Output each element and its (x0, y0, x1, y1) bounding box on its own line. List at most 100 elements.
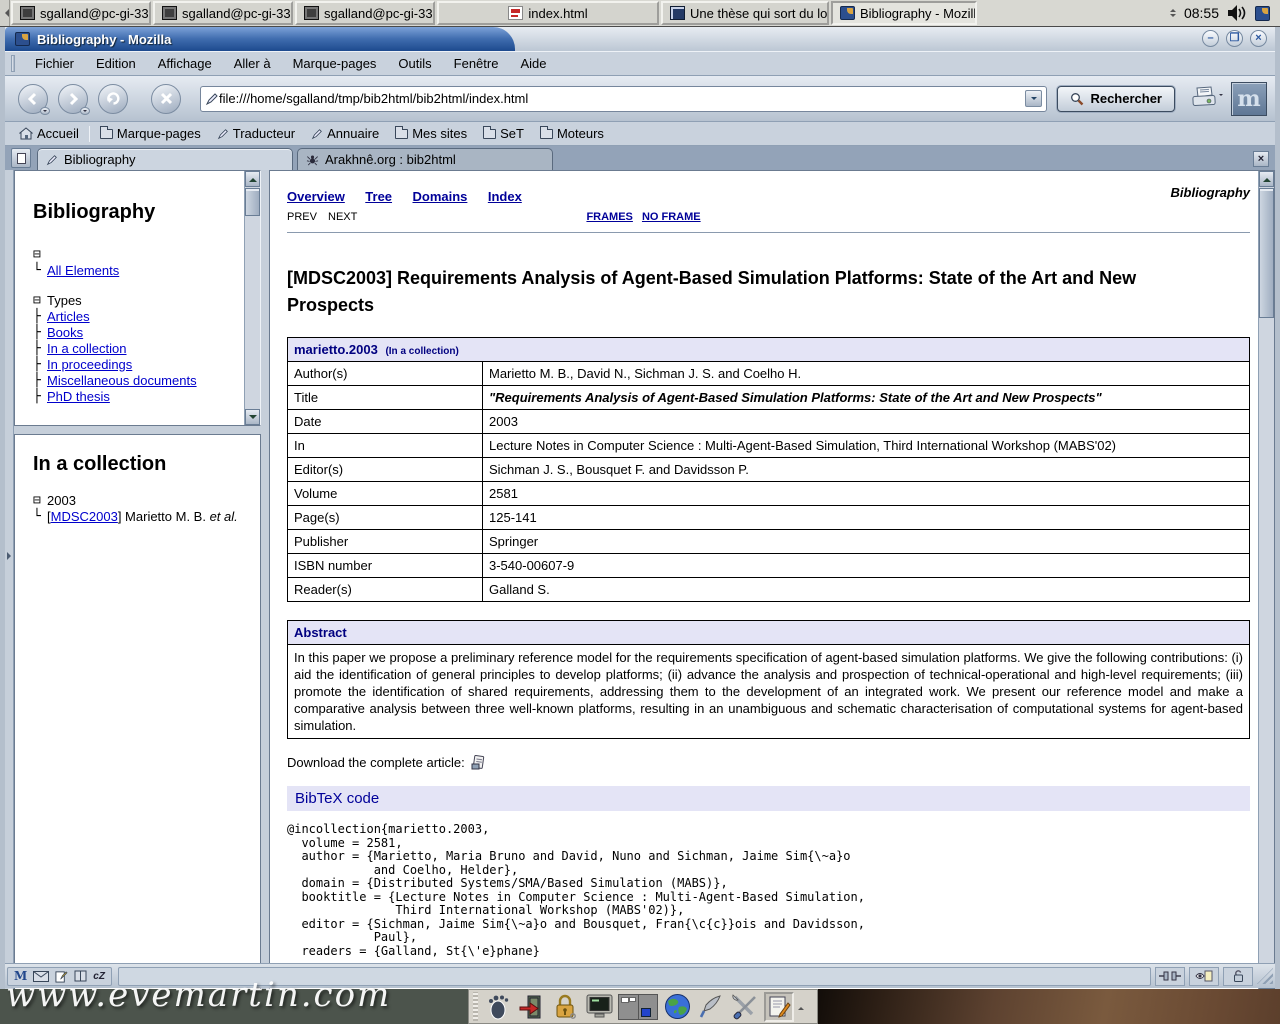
reload-button[interactable] (98, 84, 128, 114)
menu-marque-pages[interactable]: Marque-pages (283, 53, 387, 74)
padlock-keys-icon (553, 994, 577, 1020)
bookmark-accueil[interactable]: Accueil (13, 124, 85, 143)
bookmark-folder-set[interactable]: SeT (477, 124, 530, 143)
taskbar-window-terminal-2[interactable]: sgalland@pc-gi-33.utbn (153, 1, 293, 25)
workspace-1[interactable] (619, 995, 639, 1019)
notes-app-button[interactable] (764, 992, 794, 1022)
stop-button[interactable] (151, 84, 181, 114)
taskbar-window-terminal-1[interactable]: sgalland@pc-gi-33.utbn (11, 1, 151, 25)
scroll-up-button[interactable] (1259, 171, 1274, 187)
taskbar-scroll-left-button[interactable] (0, 0, 10, 26)
menu-aide[interactable]: Aide (510, 53, 556, 74)
frame-splitter-vertical[interactable] (261, 170, 269, 990)
nav-frames-link[interactable]: FRAMES (586, 211, 632, 223)
menu-outils[interactable]: Outils (388, 53, 441, 74)
sidebar-splitter[interactable] (5, 170, 14, 990)
taskbar-window-terminal-3[interactable]: sgalland@pc-gi-33.utbn (295, 1, 435, 25)
link-mdsc2003[interactable]: MDSC2003 (51, 509, 118, 524)
tab-close-button[interactable]: × (1253, 151, 1269, 167)
link-miscellaneous[interactable]: Miscellaneous documents (47, 373, 197, 388)
mozilla-icon (840, 6, 855, 20)
globe-icon (664, 993, 691, 1020)
nav-noframe-link[interactable]: NO FRAME (642, 211, 701, 223)
back-button[interactable] (18, 84, 48, 114)
bookmark-traducteur[interactable]: Traducteur (211, 124, 301, 143)
bookmark-label: Marque-pages (117, 126, 201, 141)
workspace-2[interactable] (639, 995, 658, 1019)
link-books[interactable]: Books (47, 325, 83, 340)
menu-affichage[interactable]: Affichage (148, 53, 222, 74)
collapse-icon[interactable]: ⊟ (33, 293, 47, 308)
menu-fichier[interactable]: Fichier (25, 53, 84, 74)
taskbar-window-mozilla[interactable]: Bibliography - Mozilla (831, 1, 977, 25)
toolbar-grippy[interactable] (11, 55, 15, 72)
table-row: ISBN number3-540-00607-9 (288, 554, 1250, 578)
url-history-dropdown[interactable] (1025, 90, 1042, 107)
mozilla-logo[interactable]: m (1231, 82, 1267, 116)
search-button[interactable]: Rechercher (1057, 86, 1175, 112)
resize-grip[interactable] (1257, 968, 1273, 984)
url-input[interactable] (219, 91, 1025, 106)
collapse-icon[interactable]: ⊟ (33, 247, 47, 262)
link-in-proceedings[interactable]: In proceedings (47, 357, 132, 372)
bookmark-folder-moteurs[interactable]: Moteurs (534, 124, 610, 143)
bookmark-annuaire[interactable]: Annuaire (305, 124, 385, 143)
taskbar-window-these[interactable]: Une thèse qui sort du lo (661, 1, 829, 25)
nav-index-link[interactable]: Index (488, 189, 522, 204)
minimize-button[interactable]: – (1202, 30, 1219, 47)
bookmark-folder-marque-pages[interactable]: Marque-pages (94, 124, 207, 143)
logout-button[interactable] (516, 992, 546, 1022)
nav-prev: PREV (287, 211, 317, 223)
scroll-up-button[interactable] (245, 171, 260, 187)
tab-arakhne[interactable]: Arakhnê.org : bib2html (297, 148, 553, 170)
lock-screen-button[interactable] (550, 992, 580, 1022)
tab-list-button[interactable] (11, 148, 31, 168)
terminal-launcher[interactable] (584, 992, 614, 1022)
print-button[interactable] (1189, 86, 1219, 112)
nav-tree-link[interactable]: Tree (365, 189, 392, 204)
link-in-a-collection[interactable]: In a collection (47, 341, 127, 356)
sidebar-scrollbar[interactable] (244, 171, 260, 425)
close-button[interactable]: × (1250, 30, 1267, 47)
link-all-elements[interactable]: All Elements (47, 263, 119, 278)
collapse-icon[interactable]: ⊟ (33, 493, 47, 508)
menu-edition[interactable]: Edition (86, 53, 146, 74)
privacy-icon[interactable] (1189, 967, 1219, 986)
menu-fenetre[interactable]: Fenêtre (444, 53, 509, 74)
tab-bibliography[interactable]: Bibliography (37, 148, 293, 170)
web-browser-launcher[interactable] (662, 992, 692, 1022)
download-document-icon[interactable] (471, 755, 487, 770)
speaker-icon[interactable] (1227, 4, 1247, 22)
menu-aller-a[interactable]: Aller à (224, 53, 281, 74)
link-articles[interactable]: Articles (47, 309, 90, 324)
online-status-icon[interactable] (1155, 967, 1185, 986)
scroll-thumb[interactable] (245, 188, 260, 216)
forward-button[interactable] (58, 84, 88, 114)
frame-splitter-horizontal[interactable] (14, 426, 261, 434)
left-arrow-icon (1, 9, 9, 17)
back-dropdown[interactable] (40, 107, 50, 115)
maximize-button[interactable]: ❐ (1226, 30, 1243, 47)
tools-launcher[interactable] (730, 992, 760, 1022)
taskbar-pager-spinner[interactable] (1170, 6, 1176, 20)
nav-domains-link[interactable]: Domains (412, 189, 467, 204)
scroll-thumb[interactable] (1259, 188, 1274, 318)
scroll-down-button[interactable] (245, 409, 260, 425)
workspace-pager[interactable] (618, 994, 658, 1020)
document-icon (508, 6, 523, 20)
tray-mozilla-icon[interactable] (1255, 6, 1270, 21)
nav-overview-link[interactable]: Overview (287, 189, 345, 204)
security-lock-icon[interactable] (1223, 967, 1253, 986)
link-phd-thesis[interactable]: PhD thesis (47, 389, 110, 404)
forward-dropdown[interactable] (80, 107, 90, 115)
main-scrollbar[interactable] (1258, 171, 1274, 989)
panel-arrow[interactable] (798, 1004, 804, 1010)
bookmark-folder-mes-sites[interactable]: Mes sites (389, 124, 473, 143)
url-bar[interactable] (200, 86, 1047, 112)
print-dropdown[interactable] (1219, 96, 1223, 114)
taskbar-window-index-html[interactable]: index.html (437, 1, 659, 25)
panel-handle[interactable] (473, 992, 478, 1021)
gnome-menu-button[interactable] (482, 992, 512, 1022)
title-bar[interactable]: Bibliography - Mozilla – ❐ × (5, 27, 1275, 51)
editor-launcher[interactable] (696, 992, 726, 1022)
